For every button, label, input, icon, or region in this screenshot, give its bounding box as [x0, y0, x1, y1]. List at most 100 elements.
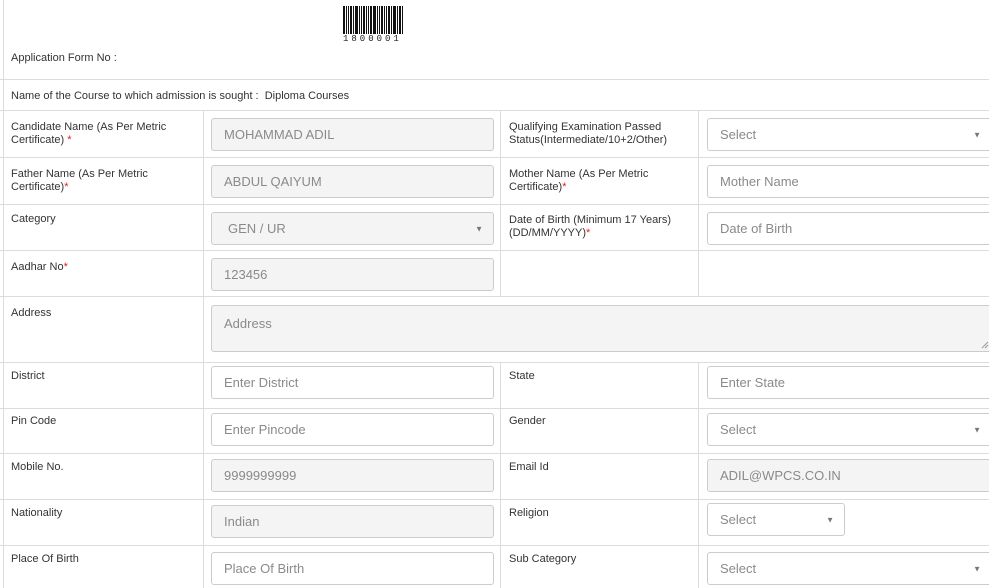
nationality-input[interactable]: Indian — [211, 505, 494, 538]
required-mark: * — [67, 134, 72, 146]
place-of-birth-input[interactable]: Place Of Birth — [211, 552, 494, 585]
gender-select[interactable]: Select ▼ — [707, 413, 989, 446]
dob-label-line2: (DD/MM/YYYY) — [509, 227, 586, 239]
pin-code-input[interactable]: Enter Pincode — [211, 413, 494, 446]
address-label: Address — [11, 307, 52, 319]
aadhar-value: 123456 — [224, 267, 268, 282]
district-input[interactable]: Enter District — [211, 366, 494, 399]
sub-category-select[interactable]: Select ▼ — [707, 552, 989, 585]
mobile-input[interactable]: 9999999999 — [211, 459, 494, 492]
email-label: Email Id — [509, 461, 549, 473]
district-placeholder: Enter District — [224, 375, 299, 390]
gender-label: Gender — [509, 415, 546, 427]
resize-grip-icon[interactable] — [981, 341, 989, 349]
barcode-bar — [343, 6, 345, 34]
aadhar-label-text: Aadhar No — [11, 261, 64, 273]
application-form-label: Application Form No : — [11, 52, 117, 64]
candidate-name-label-line1: Candidate Name (As Per Metric — [11, 121, 167, 133]
grid-line — [0, 408, 989, 409]
chevron-down-icon: ▼ — [475, 224, 483, 233]
barcode-bar — [381, 6, 383, 34]
barcode-bar — [366, 6, 367, 34]
required-mark: * — [586, 227, 591, 239]
grid-line — [0, 362, 989, 363]
aadhar-input[interactable]: 123456 — [211, 258, 494, 291]
barcode-bar — [353, 6, 354, 34]
grid-line — [698, 362, 699, 588]
place-of-birth-placeholder: Place Of Birth — [224, 561, 305, 576]
required-mark: * — [63, 261, 68, 273]
address-textarea[interactable]: Address — [211, 305, 989, 352]
religion-select[interactable]: Select ▼ — [707, 503, 845, 536]
barcode-bar — [388, 6, 390, 34]
mother-name-input[interactable]: Mother Name — [707, 165, 989, 198]
candidate-name-label: Candidate Name (As Per Metric Certificat… — [11, 121, 166, 147]
chevron-down-icon: ▼ — [973, 564, 981, 573]
qualifying-exam-label-line1: Qualifying Examination Passed — [509, 121, 662, 133]
category-select[interactable]: GEN / UR ▼ — [211, 212, 494, 245]
mother-name-label-line2: Certificate) — [509, 181, 563, 193]
barcode-bar — [359, 6, 360, 34]
state-placeholder: Enter State — [720, 375, 786, 390]
barcode-bar — [377, 6, 378, 34]
grid-line — [0, 204, 989, 205]
course-name-text: Name of the Course to which admission is… — [11, 90, 350, 102]
candidate-name-input[interactable]: MOHAMMAD ADIL — [211, 118, 494, 151]
required-mark: * — [562, 181, 567, 193]
barcode-bar — [373, 6, 376, 34]
barcode-bar — [363, 6, 365, 34]
category-label: Category — [11, 213, 56, 225]
religion-label: Religion — [509, 507, 549, 519]
barcode-bar — [402, 6, 403, 34]
dob-input[interactable]: Date of Birth — [707, 212, 989, 245]
grid-line — [0, 110, 989, 111]
barcode-bar — [393, 6, 396, 34]
father-name-label-line2: Certificate) — [11, 181, 65, 193]
grid-line — [0, 499, 989, 500]
email-input[interactable]: ADIL@WPCS.CO.IN — [707, 459, 989, 492]
grid-line — [0, 296, 989, 297]
pin-code-label: Pin Code — [11, 415, 57, 427]
sub-category-value: Select — [720, 561, 757, 576]
mother-name-label-line1: Mother Name (As Per Metric — [509, 168, 649, 180]
dob-label: Date of Birth (Minimum 17 Years) (DD/MM/… — [509, 214, 671, 240]
barcode-bar — [361, 6, 362, 34]
barcode-bar — [397, 6, 398, 34]
barcode-image — [343, 6, 407, 34]
barcode-bar — [399, 6, 401, 34]
qualifying-exam-label-line2: Status(Intermediate/10+2/Other) — [509, 134, 668, 146]
candidate-name-label-line2: Certificate) — [11, 134, 65, 146]
state-input[interactable]: Enter State — [707, 366, 989, 399]
mother-name-label: Mother Name (As Per Metric Certificate)* — [509, 168, 648, 194]
barcode-bar — [355, 6, 358, 34]
state-label: State — [509, 370, 535, 382]
barcode-bar — [370, 6, 372, 34]
mobile-value: 9999999999 — [224, 468, 297, 483]
category-value: GEN / UR — [228, 221, 286, 236]
grid-line — [0, 79, 989, 80]
form-number: 1800001 — [343, 34, 402, 44]
qualifying-exam-label: Qualifying Examination Passed Status(Int… — [509, 121, 667, 147]
barcode-bar — [348, 6, 349, 34]
father-name-input[interactable]: ABDUL QAIYUM — [211, 165, 494, 198]
grid-line — [0, 545, 989, 546]
nationality-label: Nationality — [11, 507, 63, 519]
grid-line — [0, 250, 989, 251]
aadhar-label: Aadhar No* — [11, 261, 68, 274]
barcode-bar — [386, 6, 387, 34]
qualifying-exam-value: Select — [720, 127, 757, 142]
district-label: District — [11, 370, 45, 382]
dob-placeholder: Date of Birth — [720, 221, 793, 236]
address-placeholder: Address — [224, 316, 272, 331]
barcode-bar — [391, 6, 392, 34]
grid-line — [698, 110, 699, 296]
chevron-down-icon: ▼ — [973, 130, 981, 139]
grid-line — [500, 110, 501, 296]
chevron-down-icon: ▼ — [826, 515, 834, 524]
religion-value: Select — [720, 512, 757, 527]
qualifying-exam-select[interactable]: Select ▼ — [707, 118, 989, 151]
grid-line — [0, 453, 989, 454]
father-name-value: ABDUL QAIYUM — [224, 174, 322, 189]
barcode-bar — [384, 6, 385, 34]
required-mark: * — [64, 181, 69, 193]
